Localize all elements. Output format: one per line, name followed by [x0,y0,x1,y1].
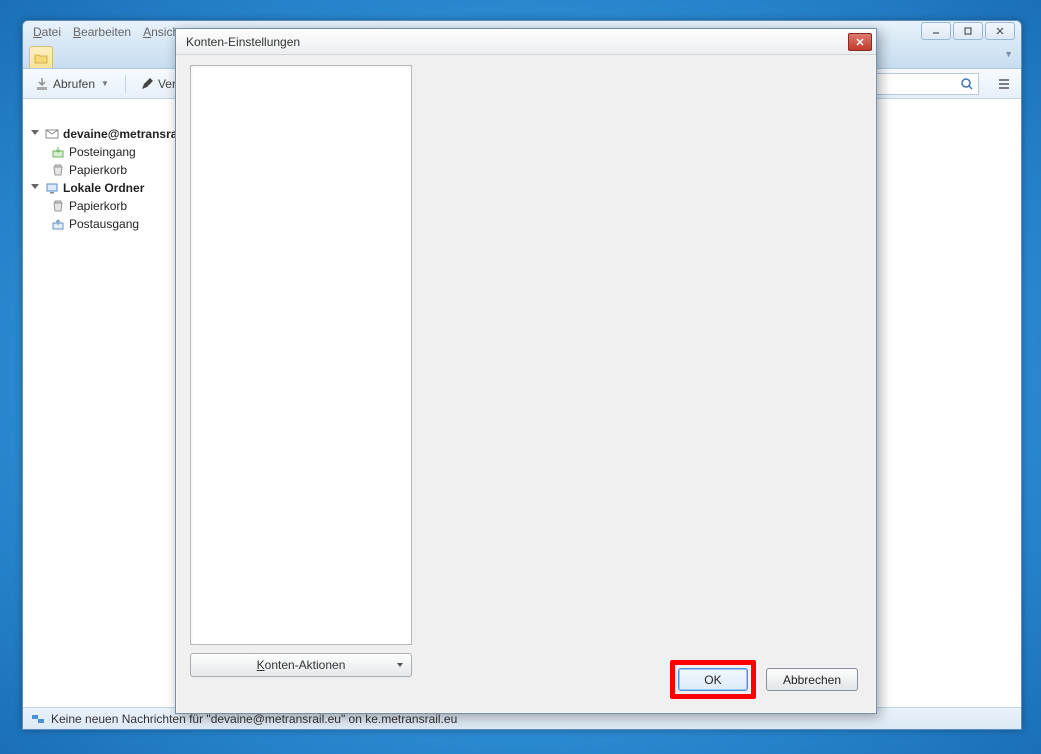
trash-icon [51,163,65,177]
trash-icon [51,199,65,213]
dialog-body: Konten-Aktionen OK Abbrechen [176,55,876,713]
tree-inbox[interactable]: Posteingang [23,143,197,161]
cancel-button[interactable]: Abbrechen [766,668,858,691]
chevron-down-icon [31,130,39,138]
dialog-close-button[interactable] [848,33,872,51]
dialog-title: Konten-Einstellungen [186,35,300,49]
window-controls [921,22,1015,40]
computer-icon [45,181,59,195]
tree-trash-account[interactable]: Papierkorb [23,161,197,179]
download-icon [35,77,49,91]
ok-highlight: OK [670,660,756,699]
status-network-icon [31,712,45,726]
tree-local-folders[interactable]: Lokale Ordner [23,179,197,197]
dialog-titlebar[interactable]: Konten-Einstellungen [176,29,876,55]
toolbar-separator [125,75,126,93]
menu-file[interactable]: Datei [33,25,61,39]
menu-edit[interactable]: Bearbeiten [73,25,131,39]
tree-account[interactable]: devaine@metransra [23,125,197,143]
ok-button[interactable]: OK [678,668,748,691]
account-settings-dialog: Konten-Einstellungen Konten-Aktionen OK … [175,28,877,714]
mail-account-icon [45,127,59,141]
app-menu-button[interactable] [993,73,1015,95]
search-icon [960,77,974,91]
tree-trash-local[interactable]: Papierkorb [23,197,197,215]
chevron-down-icon [31,184,39,192]
close-button[interactable] [985,22,1015,40]
minimize-button[interactable] [921,22,951,40]
inbox-icon [51,145,65,159]
folder-tree: devaine@metransra Posteingang Papierkorb… [23,121,198,707]
tabstrip-expand-icon[interactable]: ▼ [1004,49,1013,59]
dropdown-icon [397,663,403,667]
get-mail-button[interactable]: Abrufen ▼ [29,75,117,93]
get-mail-label: Abrufen [53,77,95,91]
account-list-panel[interactable] [190,65,412,645]
tree-outbox[interactable]: Postausgang [23,215,197,233]
outbox-icon [51,217,65,231]
dropdown-icon[interactable]: ▼ [99,79,111,88]
pencil-icon [140,77,154,91]
maximize-button[interactable] [953,22,983,40]
account-actions-button[interactable]: Konten-Aktionen [190,653,412,677]
dialog-buttons: OK Abbrechen [670,660,858,699]
folder-tab-icon[interactable] [29,46,53,68]
